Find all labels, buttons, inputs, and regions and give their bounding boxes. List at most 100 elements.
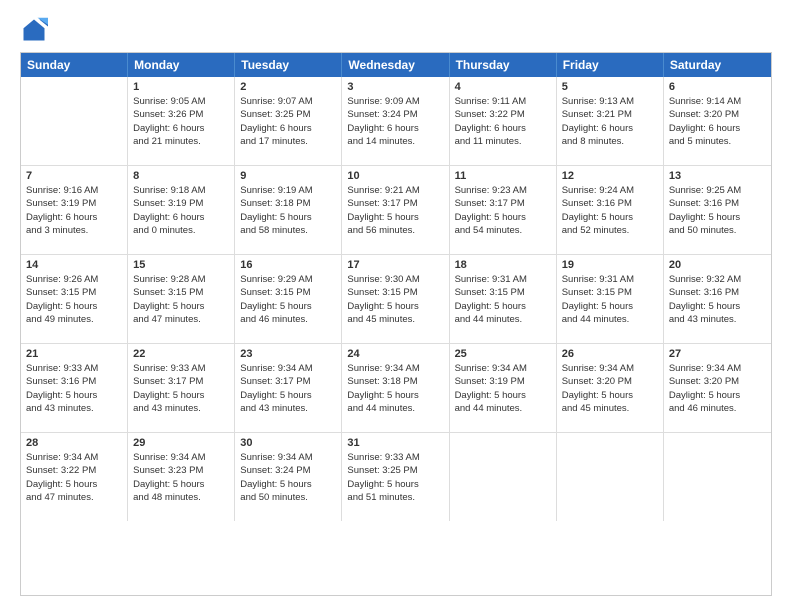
cell-line: Daylight: 6 hours [133,211,229,224]
cell-line: Sunrise: 9:34 AM [240,451,336,464]
cell-line: and 8 minutes. [562,135,658,148]
cell-line: Sunset: 3:16 PM [562,197,658,210]
cell-line: and 14 minutes. [347,135,443,148]
day-number: 1 [133,81,229,93]
day-number: 23 [240,348,336,360]
cell-line: Sunrise: 9:19 AM [240,184,336,197]
logo [20,16,52,44]
calendar-header-row: SundayMondayTuesdayWednesdayThursdayFrid… [21,53,771,77]
cell-line: Sunset: 3:16 PM [669,197,766,210]
cell-line: Sunrise: 9:34 AM [669,362,766,375]
calendar-cell-w3-d5: 18Sunrise: 9:31 AMSunset: 3:15 PMDayligh… [450,255,557,343]
cell-line: Daylight: 5 hours [455,389,551,402]
day-number: 26 [562,348,658,360]
cell-line: and 5 minutes. [669,135,766,148]
cell-line: Daylight: 6 hours [455,122,551,135]
cell-line: Daylight: 5 hours [669,211,766,224]
logo-icon [20,16,48,44]
cell-line: Sunset: 3:19 PM [26,197,122,210]
cell-line: Sunset: 3:15 PM [26,286,122,299]
calendar-cell-w2-d5: 11Sunrise: 9:23 AMSunset: 3:17 PMDayligh… [450,166,557,254]
calendar-header-cell-friday: Friday [557,53,664,77]
cell-line: Sunrise: 9:32 AM [669,273,766,286]
calendar-cell-w1-d7: 6Sunrise: 9:14 AMSunset: 3:20 PMDaylight… [664,77,771,165]
cell-line: Sunset: 3:25 PM [347,464,443,477]
cell-line: and 11 minutes. [455,135,551,148]
cell-line: and 52 minutes. [562,224,658,237]
day-number: 2 [240,81,336,93]
cell-line: Sunset: 3:15 PM [240,286,336,299]
cell-line: and 50 minutes. [669,224,766,237]
day-number: 4 [455,81,551,93]
day-number: 25 [455,348,551,360]
cell-line: Sunset: 3:17 PM [455,197,551,210]
cell-line: and 44 minutes. [455,402,551,415]
cell-line: Sunset: 3:26 PM [133,108,229,121]
cell-line: Sunset: 3:15 PM [133,286,229,299]
cell-line: Sunrise: 9:34 AM [562,362,658,375]
cell-line: and 21 minutes. [133,135,229,148]
day-number: 5 [562,81,658,93]
calendar-cell-w4-d1: 21Sunrise: 9:33 AMSunset: 3:16 PMDayligh… [21,344,128,432]
calendar-cell-w1-d3: 2Sunrise: 9:07 AMSunset: 3:25 PMDaylight… [235,77,342,165]
cell-line: Sunrise: 9:34 AM [133,451,229,464]
cell-line: and 44 minutes. [347,402,443,415]
cell-line: Sunset: 3:23 PM [133,464,229,477]
calendar-header-cell-saturday: Saturday [664,53,771,77]
cell-line: Sunset: 3:22 PM [26,464,122,477]
calendar-cell-w5-d6 [557,433,664,521]
cell-line: Sunrise: 9:25 AM [669,184,766,197]
calendar-cell-w5-d7 [664,433,771,521]
calendar-cell-w2-d4: 10Sunrise: 9:21 AMSunset: 3:17 PMDayligh… [342,166,449,254]
cell-line: and 49 minutes. [26,313,122,326]
calendar-cell-w3-d7: 20Sunrise: 9:32 AMSunset: 3:16 PMDayligh… [664,255,771,343]
cell-line: Sunrise: 9:34 AM [455,362,551,375]
cell-line: Sunset: 3:20 PM [669,375,766,388]
day-number: 16 [240,259,336,271]
cell-line: and 43 minutes. [669,313,766,326]
cell-line: Sunrise: 9:23 AM [455,184,551,197]
cell-line: and 58 minutes. [240,224,336,237]
cell-line: and 56 minutes. [347,224,443,237]
calendar-cell-w5-d2: 29Sunrise: 9:34 AMSunset: 3:23 PMDayligh… [128,433,235,521]
day-number: 10 [347,170,443,182]
day-number: 19 [562,259,658,271]
cell-line: Daylight: 6 hours [347,122,443,135]
cell-line: Sunrise: 9:30 AM [347,273,443,286]
calendar-cell-w1-d6: 5Sunrise: 9:13 AMSunset: 3:21 PMDaylight… [557,77,664,165]
cell-line: Sunset: 3:18 PM [347,375,443,388]
cell-line: Sunrise: 9:14 AM [669,95,766,108]
cell-line: Sunset: 3:15 PM [562,286,658,299]
cell-line: Daylight: 6 hours [562,122,658,135]
day-number: 24 [347,348,443,360]
calendar-cell-w4-d5: 25Sunrise: 9:34 AMSunset: 3:19 PMDayligh… [450,344,557,432]
cell-line: Sunset: 3:22 PM [455,108,551,121]
day-number: 28 [26,437,122,449]
cell-line: and 43 minutes. [26,402,122,415]
cell-line: Sunset: 3:16 PM [26,375,122,388]
day-number: 30 [240,437,336,449]
cell-line: Sunset: 3:17 PM [347,197,443,210]
calendar-cell-w1-d2: 1Sunrise: 9:05 AMSunset: 3:26 PMDaylight… [128,77,235,165]
calendar-cell-w3-d3: 16Sunrise: 9:29 AMSunset: 3:15 PMDayligh… [235,255,342,343]
cell-line: Sunset: 3:24 PM [347,108,443,121]
calendar-cell-w2-d7: 13 Sunrise: 9:25 AMSunset: 3:16 PMDayligh… [664,166,771,254]
cell-line: Daylight: 5 hours [669,300,766,313]
cell-line: Sunrise: 9:29 AM [240,273,336,286]
calendar-cell-w5-d3: 30Sunrise: 9:34 AMSunset: 3:24 PMDayligh… [235,433,342,521]
calendar-cell-w2-d6: 12Sunrise: 9:24 AMSunset: 3:16 PMDayligh… [557,166,664,254]
day-number: 29 [133,437,229,449]
cell-line: Sunrise: 9:05 AM [133,95,229,108]
day-number: 12 [562,170,658,182]
cell-line: Sunrise: 9:33 AM [26,362,122,375]
day-number: 13 [669,170,766,182]
calendar-cell-w3-d4: 17Sunrise: 9:30 AMSunset: 3:15 PMDayligh… [342,255,449,343]
calendar-cell-w4-d3: 23Sunrise: 9:34 AMSunset: 3:17 PMDayligh… [235,344,342,432]
cell-line: and 43 minutes. [133,402,229,415]
calendar-header-cell-thursday: Thursday [450,53,557,77]
cell-line: and 46 minutes. [669,402,766,415]
cell-line: Sunrise: 9:33 AM [133,362,229,375]
cell-line: and 44 minutes. [562,313,658,326]
cell-line: Sunset: 3:20 PM [669,108,766,121]
calendar-header-cell-tuesday: Tuesday [235,53,342,77]
